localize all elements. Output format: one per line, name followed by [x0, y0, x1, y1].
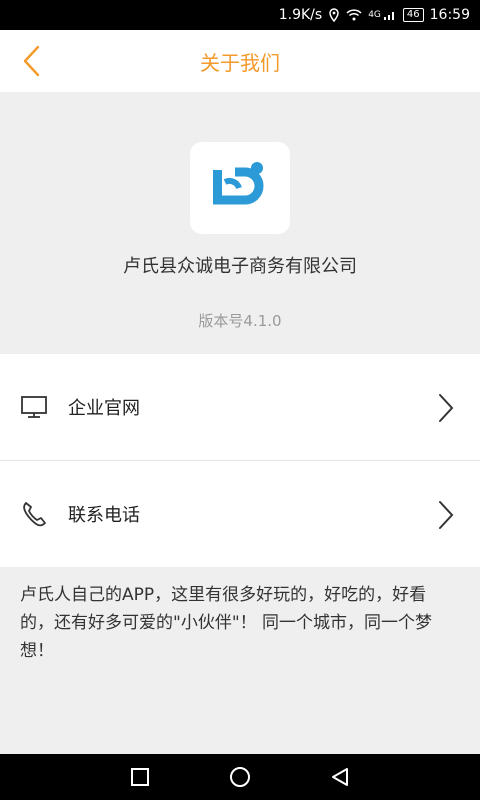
about-hero: 卢氏县众诚电子商务有限公司 版本号4.1.0 [0, 92, 480, 354]
chevron-left-icon [23, 45, 40, 77]
square-icon [131, 768, 149, 786]
menu-item-phone[interactable]: 联系电话 [0, 460, 480, 567]
menu-item-website[interactable]: 企业官网 [0, 354, 480, 460]
home-button[interactable] [227, 764, 253, 790]
app-description: 卢氏人自己的APP，这里有很多好玩的，好吃的，好看的，还有好多可爱的"小伙伴"！… [20, 585, 433, 661]
phone-icon [23, 502, 46, 527]
triangle-back-icon [332, 768, 348, 786]
about-menu: 企业官网 联系电话 [0, 354, 480, 567]
network-type: 4G [368, 10, 381, 20]
header: 关于我们 [0, 30, 480, 92]
clock: 16:59 [429, 7, 470, 23]
status-bar: 1.9K/s 4G 46 16:59 [0, 0, 480, 30]
network-speed: 1.9K/s [278, 7, 323, 23]
battery-icon: 46 [402, 8, 424, 22]
logo-icon [213, 162, 264, 205]
version-label: 版本号4.1.0 [198, 312, 282, 330]
page-title: 关于我们 [200, 50, 280, 75]
system-nav-bar [0, 754, 480, 800]
location-icon [328, 8, 340, 22]
chevron-right-icon [439, 394, 454, 422]
battery-level: 46 [406, 9, 420, 20]
company-name: 卢氏县众诚电子商务有限公司 [123, 256, 357, 277]
monitor-icon [21, 396, 47, 418]
back-nav-button[interactable] [327, 764, 353, 790]
app-logo [190, 142, 290, 234]
menu-item-label: 企业官网 [68, 398, 140, 419]
circle-icon [230, 767, 250, 787]
wifi-icon [346, 9, 362, 21]
menu-item-label: 联系电话 [68, 505, 140, 526]
back-button[interactable] [18, 44, 48, 78]
recent-apps-button[interactable] [127, 764, 153, 790]
cellular-icon: 4G [368, 9, 397, 21]
chevron-right-icon [439, 501, 454, 529]
